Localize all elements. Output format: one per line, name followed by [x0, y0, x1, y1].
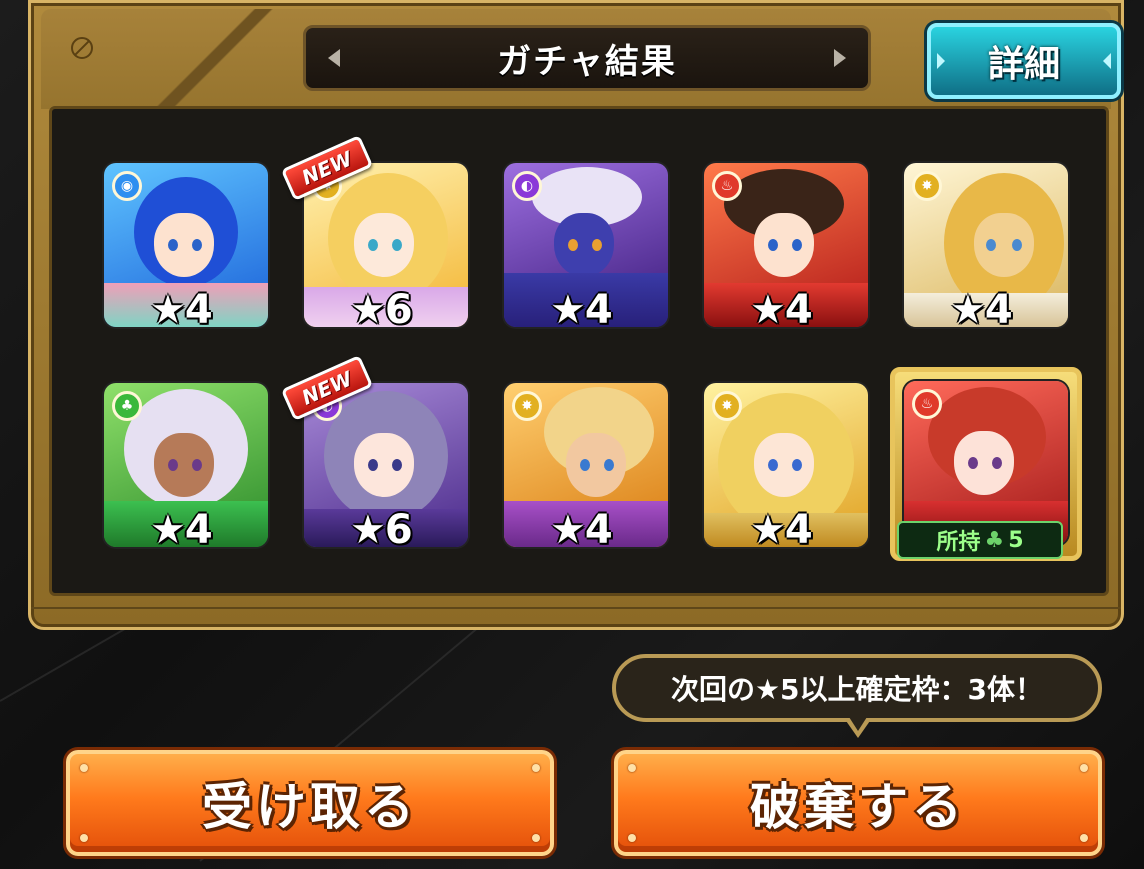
- rarity-label: ★4: [150, 287, 213, 327]
- panel-bottom-rail: [31, 607, 1121, 619]
- guarantee-notice: 次回の★5以上確定枠：3体！: [612, 654, 1102, 722]
- water-element-icon: ◉: [112, 171, 142, 201]
- panel-decoration: [141, 9, 291, 109]
- result-grid: ◉ ★4 ✸ ★6 NEW ◐ ★4: [49, 106, 1109, 596]
- discard-button-label: 破棄する: [750, 778, 966, 836]
- receive-button[interactable]: 受け取る: [66, 750, 554, 856]
- receive-button-label: 受け取る: [202, 778, 418, 836]
- page-title: ガチャ結果: [497, 41, 677, 82]
- rarity-label: ★4: [150, 507, 213, 547]
- result-panel: ガチャ結果 詳細 ◉ ★4 ✸ ★6: [28, 0, 1124, 630]
- result-card[interactable]: ◐ ★6: [304, 383, 468, 547]
- fire-element-icon: ♨: [712, 171, 742, 201]
- detail-button[interactable]: 詳細: [927, 23, 1121, 99]
- owned-count-badge: 所持 ♣ 5: [897, 521, 1063, 559]
- result-card[interactable]: ◉ ★4: [104, 163, 268, 327]
- result-card[interactable]: ♨ ★4: [704, 163, 868, 327]
- rarity-label: ★4: [950, 287, 1013, 327]
- rarity-label: ★6: [350, 507, 413, 547]
- light-element-icon: ✸: [512, 391, 542, 421]
- result-card[interactable]: ✸ ★4: [504, 383, 668, 547]
- rarity-label: ★6: [350, 287, 413, 327]
- rarity-label: ★4: [750, 507, 813, 547]
- fire-element-icon: ♨: [912, 389, 942, 419]
- next-arrow-icon[interactable]: [834, 49, 846, 67]
- owned-count: 5: [1008, 527, 1024, 553]
- result-card[interactable]: ◐ ★4: [504, 163, 668, 327]
- dark-element-icon: ◐: [512, 171, 542, 201]
- ban-icon: [71, 37, 93, 59]
- chevron-right-icon: [1103, 53, 1111, 69]
- result-card[interactable]: ✸ ★4: [704, 383, 868, 547]
- prev-arrow-icon[interactable]: [328, 49, 340, 67]
- rarity-label: ★4: [550, 287, 613, 327]
- light-element-icon: ✸: [912, 171, 942, 201]
- gacha-result-screen: ガチャ結果 詳細 ◉ ★4 ✸ ★6: [0, 0, 1144, 869]
- rarity-label: ★4: [550, 507, 613, 547]
- detail-button-label: 詳細: [987, 44, 1060, 85]
- result-card[interactable]: ✸ ★6: [304, 163, 468, 327]
- title-bar: ガチャ結果: [303, 25, 871, 91]
- clover-icon: ♣: [984, 527, 1005, 553]
- result-card[interactable]: ♣ ★4: [104, 383, 268, 547]
- owned-label: 所持: [936, 530, 981, 555]
- result-card[interactable]: ✸ ★4: [904, 163, 1068, 327]
- wood-element-icon: ♣: [112, 391, 142, 421]
- rarity-label: ★4: [750, 287, 813, 327]
- discard-button[interactable]: 破棄する: [614, 750, 1102, 856]
- chevron-left-icon: [937, 53, 945, 69]
- notice-tail-inner: [849, 717, 867, 731]
- light-element-icon: ✸: [712, 391, 742, 421]
